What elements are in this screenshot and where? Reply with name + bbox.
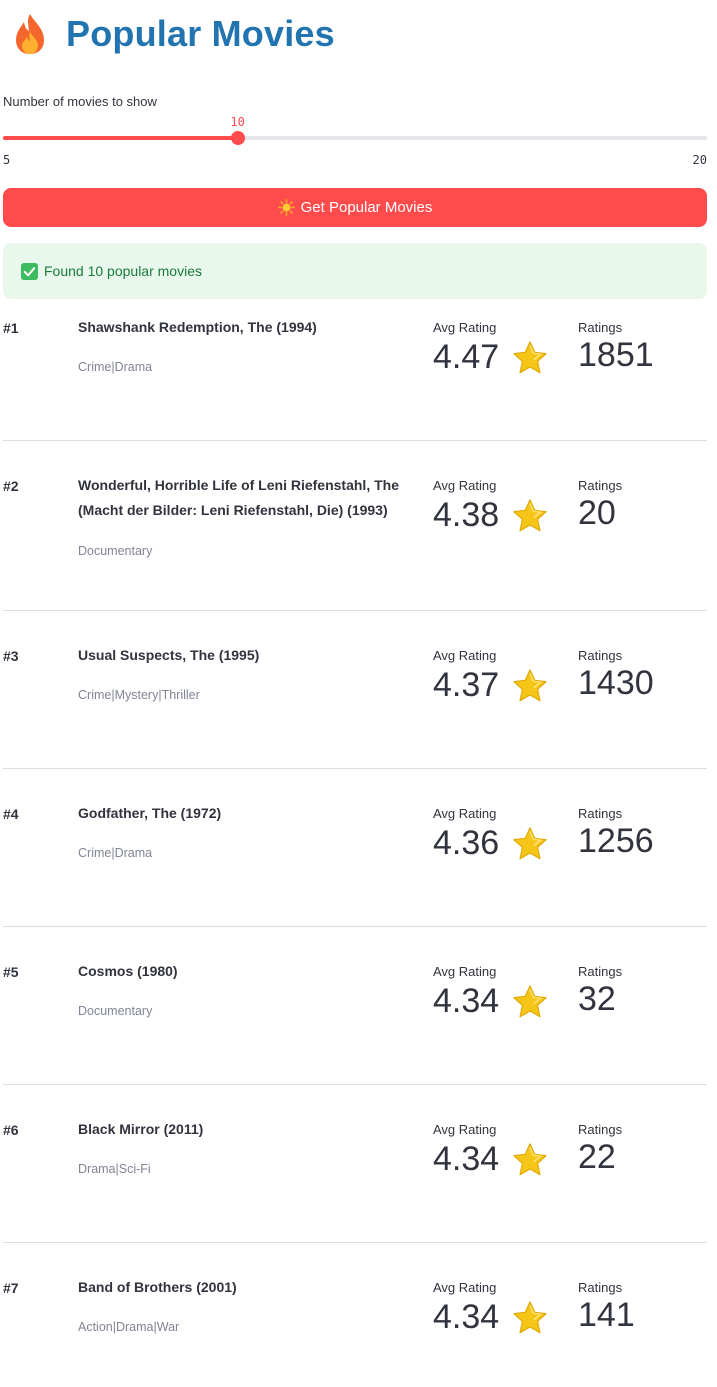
ratings-count-label: Ratings [578, 964, 623, 979]
slider-label: Number of movies to show [3, 94, 157, 109]
avg-rating: 4.47 [433, 338, 549, 377]
avg-rating-label: Avg Rating [433, 648, 497, 663]
ratings-count-value: 1256 [578, 822, 654, 860]
ratings-count-value: 141 [578, 1296, 635, 1334]
row-divider [3, 1242, 707, 1243]
get-popular-movies-label: Get Popular Movies [300, 199, 433, 216]
movie-rank: #1 [3, 320, 19, 336]
movie-title: Godfather, The (1972) [78, 805, 222, 821]
movie-genres: Crime|Mystery|Thriller [78, 688, 200, 702]
movie-genres: Documentary [78, 1004, 153, 1018]
page-title: Popular Movies [66, 13, 335, 54]
movie-rank: #2 [3, 478, 19, 494]
movie-title: Cosmos (1980) [78, 963, 178, 979]
ratings-count-value: 20 [578, 494, 616, 532]
fire-icon [16, 14, 44, 54]
movie-title: Usual Suspects, The (1995) [78, 647, 260, 663]
ratings-count-label: Ratings [578, 648, 623, 663]
page-header: Popular Movies [12, 12, 335, 56]
ratings-count-label: Ratings [578, 1280, 623, 1295]
star-icon [513, 1142, 547, 1175]
avg-rating-label: Avg Rating [433, 964, 497, 979]
movie-genres: Crime|Drama [78, 360, 153, 374]
movie-rank: #5 [3, 964, 19, 980]
movie-genres: Crime|Drama [78, 846, 153, 860]
ratings-count-label: Ratings [578, 806, 623, 821]
star-icon [513, 1300, 547, 1333]
row-divider [3, 440, 707, 441]
avg-rating: 4.34 [433, 1298, 549, 1337]
slider-current-value: 10 [230, 115, 245, 129]
slider-thumb[interactable] [230, 131, 245, 145]
slider-max-label: 20 [692, 153, 707, 167]
avg-rating-label: Avg Rating [433, 806, 497, 821]
avg-rating-label: Avg Rating [433, 1122, 497, 1137]
check-icon [21, 262, 38, 280]
avg-rating: 4.34 [433, 1140, 549, 1179]
star-icon [513, 498, 547, 531]
avg-rating: 4.36 [433, 824, 549, 863]
ratings-count-value: 22 [578, 1138, 616, 1176]
avg-rating: 4.34 [433, 982, 549, 1021]
ratings-count-value: 1851 [578, 336, 654, 374]
movie-genres: Action|Drama|War [78, 1320, 180, 1334]
star-icon [513, 984, 547, 1017]
movie-genres: Drama|Sci-Fi [78, 1162, 151, 1176]
movie-count-slider[interactable]: Number of movies to show 10 5 20 [3, 94, 707, 167]
avg-rating-value: 4.38 [433, 496, 500, 534]
movie-title: Wonderful, Horrible Life of Leni Riefens… [78, 477, 399, 518]
movie-rank: #6 [3, 1122, 19, 1138]
avg-rating-value: 4.34 [433, 1298, 500, 1336]
slider-min-label: 5 [3, 153, 11, 167]
slider-fill [3, 136, 238, 140]
success-message: Found 10 popular movies [44, 263, 202, 279]
row-divider [3, 768, 707, 769]
movie-genres: Documentary [78, 544, 153, 558]
star-icon [513, 668, 547, 701]
star-icon [513, 826, 547, 859]
row-divider [3, 610, 707, 611]
movie-title: Shawshank Redemption, The (1994) [78, 319, 317, 335]
ratings-count-label: Ratings [578, 478, 623, 493]
avg-rating-value: 4.36 [433, 824, 500, 862]
row-divider [3, 1084, 707, 1085]
ratings-count-value: 1430 [578, 664, 654, 702]
avg-rating-value: 4.47 [433, 338, 500, 376]
avg-rating-label: Avg Rating [433, 1280, 497, 1295]
sun-icon [277, 199, 295, 216]
star-icon [513, 340, 547, 373]
success-alert: Found 10 popular movies [3, 243, 707, 299]
movie-rank: #4 [3, 806, 19, 822]
get-popular-movies-button[interactable]: Get Popular Movies [3, 188, 707, 227]
avg-rating-value: 4.34 [433, 1140, 500, 1178]
slider-track[interactable] [3, 131, 707, 145]
avg-rating-value: 4.37 [433, 666, 500, 704]
avg-rating-label: Avg Rating [433, 320, 497, 335]
movie-rank: #7 [3, 1280, 19, 1296]
avg-rating: 4.37 [433, 666, 549, 705]
avg-rating: 4.38 [433, 496, 549, 535]
movie-title: Band of Brothers (2001) [78, 1279, 237, 1295]
avg-rating-value: 4.34 [433, 982, 500, 1020]
movie-title: Black Mirror (2011) [78, 1121, 204, 1137]
movie-rank: #3 [3, 648, 19, 664]
ratings-count-label: Ratings [578, 320, 623, 335]
row-divider [3, 926, 707, 927]
ratings-count-label: Ratings [578, 1122, 623, 1137]
avg-rating-label: Avg Rating [433, 478, 497, 493]
ratings-count-value: 32 [578, 980, 616, 1018]
